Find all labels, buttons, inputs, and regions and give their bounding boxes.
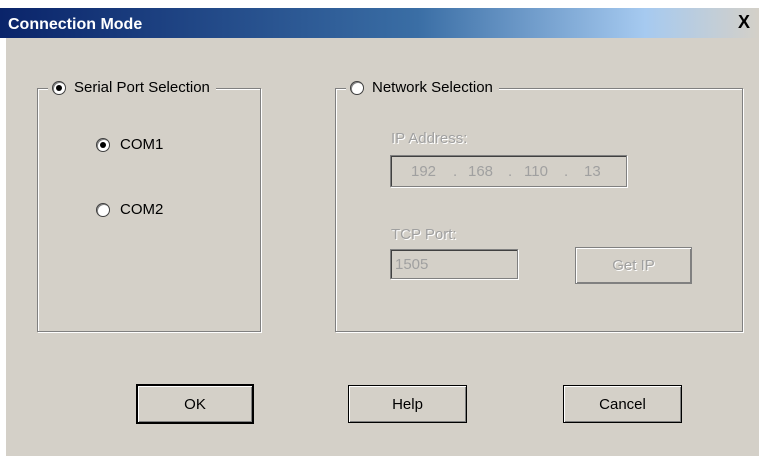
com1-radio-icon[interactable] [96,137,110,152]
com2-radio[interactable]: COM2 [96,201,163,218]
com2-label: COM2 [120,201,164,218]
screen-edge-left [0,38,6,456]
network-radio-icon[interactable] [350,80,364,95]
cancel-button[interactable]: Cancel [563,385,682,423]
network-group [335,88,743,332]
ip-octet-2: 168 [468,162,494,180]
ok-button[interactable]: OK [136,384,254,424]
ip-octet-3: 110 [524,162,548,180]
tcp-port-label: TCP Port: [391,226,457,243]
ip-address-field[interactable]: 192 . 168 . 110 . 13 [390,155,627,187]
tcp-port-field[interactable]: 1505 [390,249,518,279]
com1-radio[interactable]: COM1 [96,136,163,153]
screen-edge [0,0,759,8]
serial-legend-label: Serial Port Selection [74,79,210,96]
ip-octet-1: 192 [411,162,437,180]
ip-address-label: IP Address: [391,130,468,147]
ip-octet-4: 13 [584,162,601,180]
dialog-title: Connection Mode [8,16,143,33]
get-ip-button[interactable]: Get IP [575,247,692,284]
ip-dot-3: . [564,162,569,180]
connection-mode-dialog: Connection Mode X Serial Port Selection … [0,0,759,456]
close-icon[interactable]: X [735,12,753,32]
title-bar[interactable]: Connection Mode X [0,8,759,38]
serial-port-selection-radio[interactable]: Serial Port Selection [48,79,216,96]
com1-label: COM1 [120,136,164,153]
tcp-port-value: 1505 [395,255,429,273]
network-selection-radio[interactable]: Network Selection [346,79,499,96]
ip-dot-1: . [453,162,458,180]
serial-radio-icon[interactable] [52,80,66,95]
network-legend-label: Network Selection [372,79,493,96]
help-button[interactable]: Help [348,385,467,423]
com2-radio-icon[interactable] [96,202,110,217]
ip-dot-2: . [508,162,513,180]
